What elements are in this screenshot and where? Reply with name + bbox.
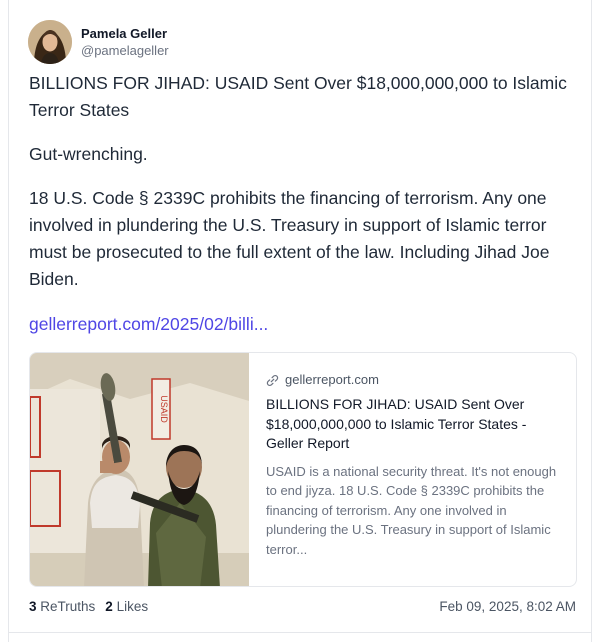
author-handle[interactable]: @pamelageller	[81, 42, 169, 60]
likes-label: Likes	[116, 598, 149, 614]
link-preview-card[interactable]: USAID gellerreport.com BILLIONS FOR JIHA…	[29, 352, 577, 587]
post-timestamp[interactable]: Feb 09, 2025, 8:02 AM	[439, 599, 576, 614]
retruths-count: 3	[29, 598, 37, 614]
link-preview-description: USAID is a national security threat. It'…	[266, 463, 557, 557]
post-body: BILLIONS FOR JIHAD: USAID Sent Over $18,…	[29, 70, 581, 293]
post-paragraph: Gut-wrenching.	[29, 144, 148, 164]
usaid-sign-text: USAID	[159, 395, 169, 423]
retruths-stat[interactable]: 3 ReTruths	[29, 599, 95, 614]
post-footer: 3 ReTruths 2 Likes Feb 09, 2025, 8:02 AM	[29, 596, 576, 616]
link-preview-domain-row: gellerreport.com	[266, 371, 566, 389]
post-card: Pamela Geller @pamelageller BILLIONS FOR…	[8, 0, 592, 642]
author-info: Pamela Geller @pamelageller	[81, 25, 169, 60]
link-preview-title[interactable]: BILLIONS FOR JIHAD: USAID Sent Over $18,…	[266, 395, 566, 454]
post-stats: 3 ReTruths 2 Likes	[29, 599, 158, 614]
link-preview-image[interactable]: USAID	[30, 353, 249, 586]
likes-count: 2	[105, 598, 113, 614]
avatar[interactable]	[28, 20, 72, 64]
avatar-image	[28, 20, 72, 64]
link-preview-text: gellerreport.com BILLIONS FOR JIHAD: USA…	[266, 371, 566, 559]
preview-photo: USAID	[30, 353, 249, 586]
post-paragraph: 18 U.S. Code § 2339C prohibits the finan…	[29, 188, 550, 289]
post-header: Pamela Geller @pamelageller	[28, 19, 169, 65]
post-paragraph: BILLIONS FOR JIHAD: USAID Sent Over $18,…	[29, 73, 567, 120]
post-link[interactable]: gellerreport.com/2025/02/billi...	[29, 311, 268, 338]
likes-stat[interactable]: 2 Likes	[105, 599, 148, 614]
divider	[9, 632, 591, 633]
link-icon	[266, 374, 279, 386]
link-preview-domain: gellerreport.com	[285, 372, 379, 387]
retruths-label: ReTruths	[40, 598, 96, 614]
author-display-name[interactable]: Pamela Geller	[81, 25, 169, 42]
